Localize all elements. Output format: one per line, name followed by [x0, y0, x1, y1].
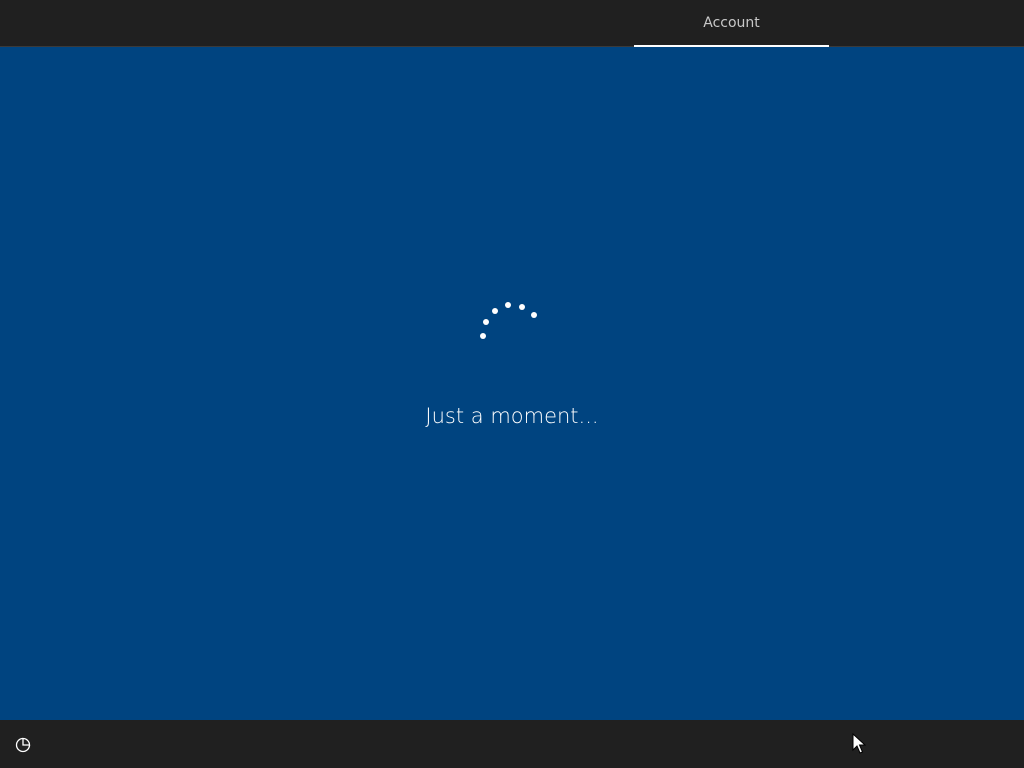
- top-bar: Account: [0, 0, 1024, 47]
- bottom-bar: [0, 720, 1024, 768]
- spinner-dot: [492, 308, 498, 314]
- status-message: Just a moment...: [425, 404, 599, 428]
- loading-spinner-icon: [480, 302, 537, 339]
- mouse-cursor-icon: [852, 733, 866, 754]
- spinner-dot: [531, 312, 537, 318]
- spinner-dot: [483, 319, 489, 325]
- spinner-dot: [480, 333, 486, 339]
- tab-account-label: Account: [703, 15, 760, 31]
- ease-of-access-icon: [15, 737, 31, 753]
- ease-of-access-button[interactable]: [10, 732, 36, 758]
- spinner-dot: [505, 302, 511, 308]
- main-content: [0, 47, 1024, 720]
- spinner-dot: [519, 304, 525, 310]
- tab-account[interactable]: Account: [634, 0, 829, 47]
